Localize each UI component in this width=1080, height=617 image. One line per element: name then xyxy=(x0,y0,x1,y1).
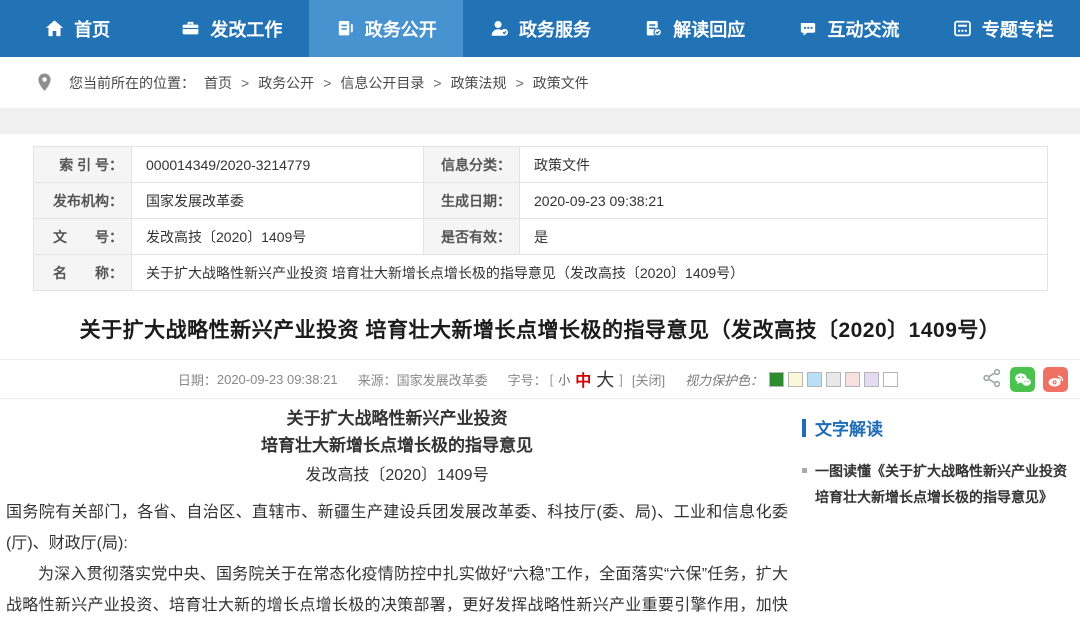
vision-color-swatch[interactable] xyxy=(845,372,860,387)
nav-item-interpretation[interactable]: 解读回应 xyxy=(617,0,771,57)
font-small-button[interactable]: 小 xyxy=(558,371,570,388)
publish-date: 日期：2020-09-23 09:38:21 xyxy=(178,370,338,389)
grid-icon xyxy=(952,18,973,39)
table-row: 索 引 号： 000014349/2020-3214779 信息分类： 政策文件 xyxy=(34,147,1048,183)
top-nav: 首页 发改工作 政务公开 政务服务 解读回应 互动交流 专题专栏 xyxy=(0,0,1080,57)
meta-value-title: 关于扩大战略性新兴产业投资 培育壮大新增长点增长极的指导意见（发改高技〔2020… xyxy=(132,255,1048,291)
info-bar: 日期：2020-09-23 09:38:21 来源：国家发展改革委 字号： [ … xyxy=(0,359,1080,399)
meta-value-index: 000014349/2020-3214779 xyxy=(132,147,424,183)
table-row: 文 号： 发改高技〔2020〕1409号 是否有效： 是 xyxy=(34,219,1048,255)
font-size-control: 字号： [ 小 中 大 ] [关闭] xyxy=(508,366,666,392)
content-area: 关于扩大战略性新兴产业投资 培育壮大新增长点增长极的指导意见 发改高技〔2020… xyxy=(0,399,1080,617)
nav-label: 互动交流 xyxy=(828,16,900,42)
weibo-share-icon[interactable] xyxy=(1043,367,1068,392)
meta-label-valid: 是否有效： xyxy=(424,219,520,255)
doc-check-icon xyxy=(643,18,664,39)
nav-label: 解读回应 xyxy=(673,16,745,42)
vision-protection: 视力保护色： xyxy=(685,370,902,389)
crumb-disclosure[interactable]: 政务公开 xyxy=(258,73,314,93)
nav-item-disclosure[interactable]: 政务公开 xyxy=(309,0,463,57)
nav-item-special[interactable]: 专题专栏 xyxy=(926,0,1080,57)
article-paragraph: 国务院有关部门，各省、自治区、直辖市、新疆生产建设兵团发展改革委、科技厅(委、局… xyxy=(6,497,788,559)
meta-value-agency: 国家发展改革委 xyxy=(132,183,424,219)
table-row: 发布机构： 国家发展改革委 生成日期： 2020-09-23 09:38:21 xyxy=(34,183,1048,219)
sidebar-item-label: 一图读懂《关于扩大战略性新兴产业投资 培育壮大新增长点增长极的指导意见》 xyxy=(815,458,1068,510)
vision-color-swatch[interactable] xyxy=(807,372,822,387)
source: 来源：国家发展改革委 xyxy=(358,370,488,389)
article-paragraph: 为深入贯彻落实党中央、国务院关于在常态化疫情防控中扎实做好“六稳”工作，全面落实… xyxy=(6,559,788,617)
briefcase-icon xyxy=(180,18,201,39)
font-medium-button[interactable]: 中 xyxy=(575,367,591,391)
crumb-home[interactable]: 首页 xyxy=(204,73,232,93)
article-title-line2: 培育壮大新增长点增长极的指导意见 xyxy=(6,432,788,459)
nav-item-home[interactable]: 首页 xyxy=(0,0,154,57)
vision-color-swatch[interactable] xyxy=(788,372,803,387)
nav-label: 首页 xyxy=(74,16,110,42)
meta-label-agency: 发布机构： xyxy=(34,183,132,219)
nav-label: 政务公开 xyxy=(365,16,437,42)
bullet-icon xyxy=(802,468,807,473)
chat-icon xyxy=(798,18,819,39)
nav-label: 专题专栏 xyxy=(982,16,1054,42)
table-row: 名 称： 关于扩大战略性新兴产业投资 培育壮大新增长点增长极的指导意见（发改高技… xyxy=(34,255,1048,291)
share-icon[interactable] xyxy=(982,368,1002,391)
crumb-laws[interactable]: 政策法规 xyxy=(451,73,507,93)
accent-bar xyxy=(802,419,806,437)
meta-label-index: 索 引 号： xyxy=(34,147,132,183)
meta-value-date: 2020-09-23 09:38:21 xyxy=(520,183,1048,219)
meta-label-title: 名 称： xyxy=(34,255,132,291)
nav-label: 发改工作 xyxy=(210,16,282,42)
document-icon xyxy=(335,18,356,39)
sidebar-item-interpretation-link[interactable]: 一图读懂《关于扩大战略性新兴产业投资 培育壮大新增长点增长极的指导意见》 xyxy=(802,458,1068,510)
article-title-line1: 关于扩大战略性新兴产业投资 xyxy=(6,405,788,432)
home-icon xyxy=(44,18,65,39)
meta-value-number: 发改高技〔2020〕1409号 xyxy=(132,219,424,255)
breadcrumb: 您当前所在的位置： 首页 > 政务公开 > 信息公开目录 > 政策法规 > 政策… xyxy=(0,57,1080,108)
article-doc-number: 发改高技〔2020〕1409号 xyxy=(6,462,788,489)
vision-color-swatch[interactable] xyxy=(826,372,841,387)
divider-band xyxy=(0,108,1080,134)
wechat-share-icon[interactable] xyxy=(1010,367,1035,392)
meta-label-number: 文 号： xyxy=(34,219,132,255)
crumb-catalog[interactable]: 信息公开目录 xyxy=(340,73,424,93)
nav-item-exchange[interactable]: 互动交流 xyxy=(771,0,925,57)
user-icon xyxy=(489,18,510,39)
sidebar-title: 文字解读 xyxy=(815,415,883,440)
vision-color-swatch[interactable] xyxy=(864,372,879,387)
font-large-button[interactable]: 大 xyxy=(596,366,614,392)
share-buttons xyxy=(982,367,1068,392)
meta-value-category: 政策文件 xyxy=(520,147,1048,183)
crumb-policy-files[interactable]: 政策文件 xyxy=(533,73,589,93)
meta-value-valid: 是 xyxy=(520,219,1048,255)
vision-color-swatch[interactable] xyxy=(883,372,898,387)
sidebar-header: 文字解读 xyxy=(802,415,1068,440)
meta-label-date: 生成日期： xyxy=(424,183,520,219)
nav-label: 政务服务 xyxy=(519,16,591,42)
close-button[interactable]: [关闭] xyxy=(632,370,665,389)
nav-item-services[interactable]: 政务服务 xyxy=(463,0,617,57)
article: 关于扩大战略性新兴产业投资 培育壮大新增长点增长极的指导意见 发改高技〔2020… xyxy=(0,399,792,617)
document-meta-table: 索 引 号： 000014349/2020-3214779 信息分类： 政策文件… xyxy=(33,146,1048,291)
breadcrumb-prefix: 您当前所在的位置： xyxy=(69,73,195,93)
nav-item-work[interactable]: 发改工作 xyxy=(154,0,308,57)
right-sidebar: 文字解读 一图读懂《关于扩大战略性新兴产业投资 培育壮大新增长点增长极的指导意见… xyxy=(792,399,1080,510)
meta-label-category: 信息分类： xyxy=(424,147,520,183)
page-title: 关于扩大战略性新兴产业投资 培育壮大新增长点增长极的指导意见（发改高技〔2020… xyxy=(30,314,1050,344)
vision-color-swatch[interactable] xyxy=(769,372,784,387)
location-pin-icon xyxy=(36,72,53,93)
